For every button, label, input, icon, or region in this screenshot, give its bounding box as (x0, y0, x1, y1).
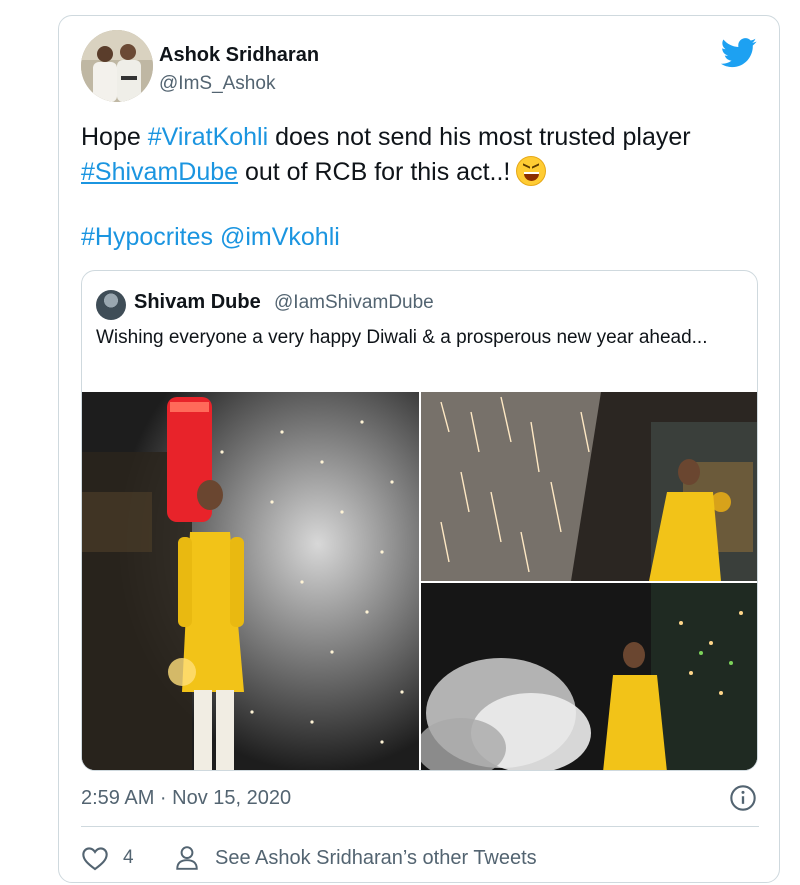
tweet-timestamp[interactable]: 2:59 AM · Nov 15, 2020 (81, 787, 291, 810)
like-count[interactable]: 4 (123, 847, 134, 869)
tweet-text-part: out of RCB for this act..! (238, 158, 511, 186)
photo-2[interactable] (421, 392, 757, 581)
author-handle[interactable]: @ImS_Ashok (159, 73, 275, 95)
quoted-author-avatar[interactable] (96, 290, 126, 320)
hashtag-line: #Hypocrites @imVkohli (81, 223, 340, 252)
hashtag-shivamdube[interactable]: #ShivamDube (81, 158, 238, 186)
divider (81, 826, 759, 827)
grinning-squinting-emoji (516, 156, 547, 186)
tweet-text-part: does not send his most trusted player (268, 123, 691, 151)
quoted-author-handle[interactable]: @IamShivamDube (274, 292, 434, 314)
see-other-tweets-link[interactable]: See Ashok Sridharan’s other Tweets (215, 847, 537, 870)
quoted-author-name[interactable]: Shivam Dube (134, 291, 261, 314)
author-avatar[interactable] (81, 30, 153, 102)
mention-imvkohli[interactable]: @imVkohli (220, 223, 340, 251)
tweet-header: Ashok Sridharan @ImS_Ashok (81, 30, 759, 104)
heart-icon[interactable] (81, 845, 109, 871)
quoted-tweet[interactable]: Shivam Dube @IamShivamDube Wishing every… (81, 270, 758, 771)
tweet-actions: 4 See Ashok Sridharan’s other Tweets (81, 844, 759, 874)
photo-grid (82, 392, 757, 770)
hashtag-hypocrites[interactable]: #Hypocrites (81, 223, 213, 251)
photo-1[interactable] (82, 392, 419, 770)
tweet-text-part: Hope (81, 123, 148, 151)
tweet-card: Ashok Sridharan @ImS_Ashok Hope #ViratKo… (58, 15, 780, 883)
quoted-tweet-text: Wishing everyone a very happy Diwali & a… (96, 327, 708, 348)
person-icon (176, 846, 198, 870)
info-icon[interactable] (729, 784, 757, 812)
photo-3[interactable] (421, 583, 757, 770)
twitter-bird-icon[interactable] (721, 38, 757, 68)
hashtag-viratkohli[interactable]: #ViratKohli (148, 123, 268, 151)
author-name[interactable]: Ashok Sridharan (159, 44, 319, 67)
tweet-body: Hope #ViratKohli does not send his most … (81, 120, 771, 190)
